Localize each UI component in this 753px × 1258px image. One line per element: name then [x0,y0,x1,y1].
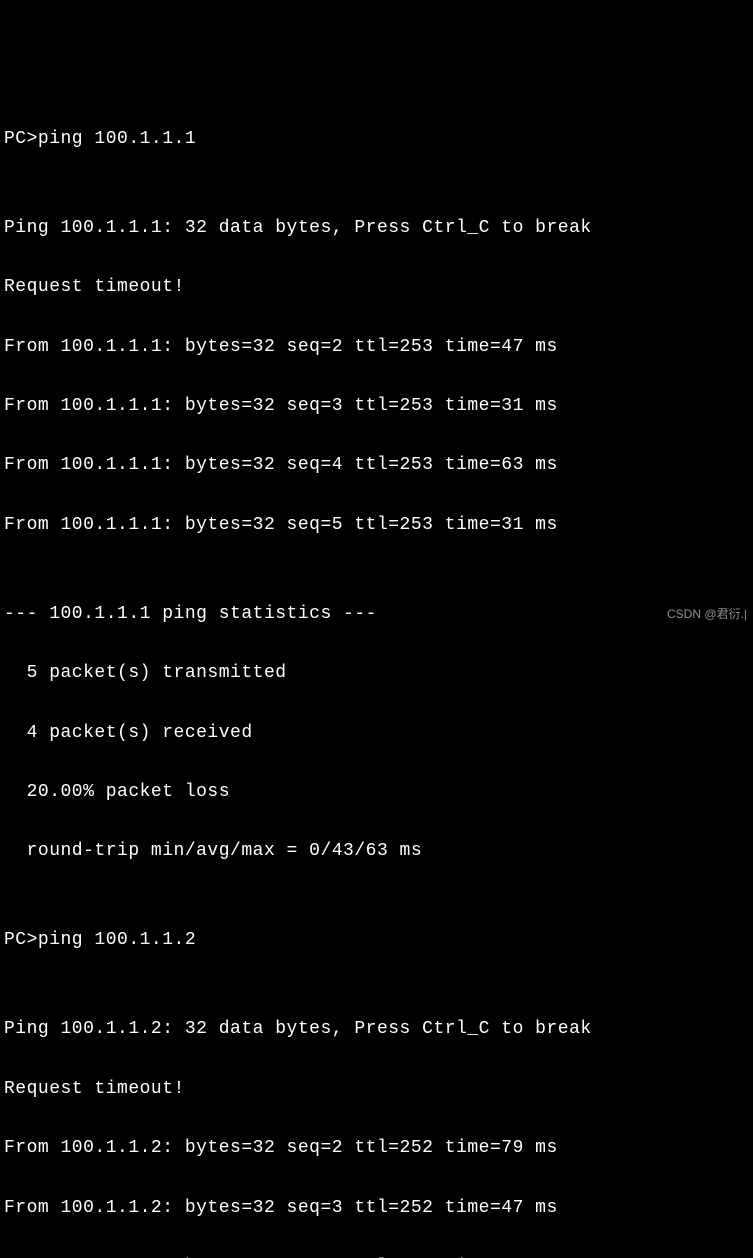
stats-rtt: round-trip min/avg/max = 0/43/63 ms [4,837,753,867]
stats-header: --- 100.1.1.1 ping statistics --- [4,600,753,630]
prompt-command-1: PC>ping 100.1.1.1 [4,125,753,155]
ping1-reply-2: From 100.1.1.1: bytes=32 seq=3 ttl=253 t… [4,392,753,422]
prompt-command-2: PC>ping 100.1.1.2 [4,926,753,956]
stats-recv: 4 packet(s) received [4,719,753,749]
ping2-reply-3: From 100.1.1.2: bytes=32 seq=4 ttl=252 t… [4,1253,753,1258]
ping1-timeout: Request timeout! [4,273,753,303]
ping1-reply-3: From 100.1.1.1: bytes=32 seq=4 ttl=253 t… [4,451,753,481]
ping1-reply-4: From 100.1.1.1: bytes=32 seq=5 ttl=253 t… [4,511,753,541]
ping2-reply-1: From 100.1.1.2: bytes=32 seq=2 ttl=252 t… [4,1134,753,1164]
stats-sent: 5 packet(s) transmitted [4,659,753,689]
stats-loss: 20.00% packet loss [4,778,753,808]
ping2-header: Ping 100.1.1.2: 32 data bytes, Press Ctr… [4,1015,753,1045]
ping1-header: Ping 100.1.1.1: 32 data bytes, Press Ctr… [4,214,753,244]
ping2-timeout: Request timeout! [4,1075,753,1105]
ping2-reply-2: From 100.1.1.2: bytes=32 seq=3 ttl=252 t… [4,1194,753,1224]
ping1-reply-1: From 100.1.1.1: bytes=32 seq=2 ttl=253 t… [4,333,753,363]
watermark-text: CSDN @君衍.| [667,605,747,625]
